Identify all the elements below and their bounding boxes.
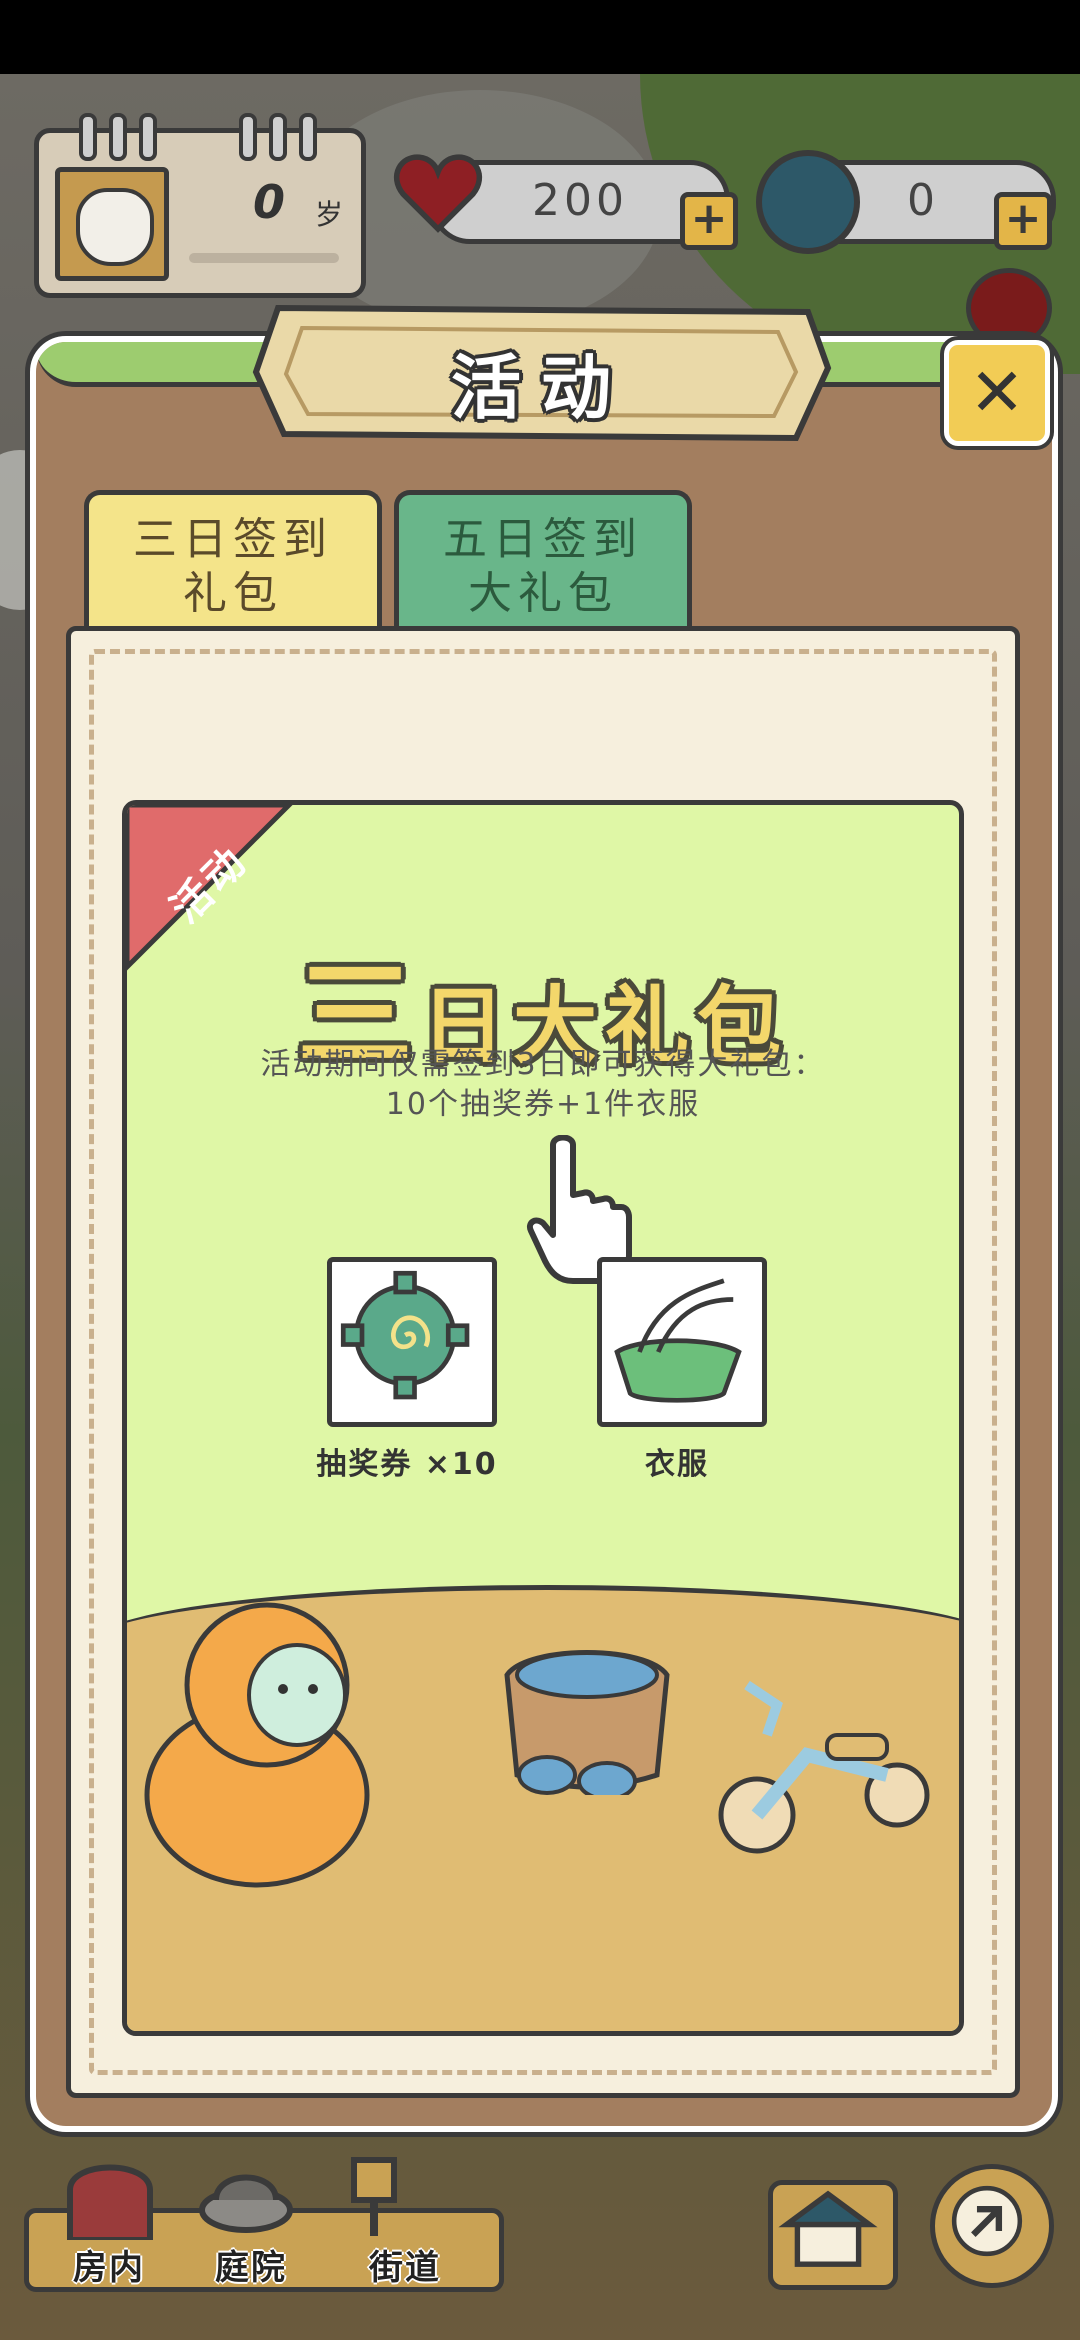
lottery-ticket-icon <box>340 1270 470 1400</box>
notebook-ring <box>109 113 127 161</box>
tricycle-illustration <box>718 1680 930 1854</box>
description-line2: 10个抽奖券+1件衣服 <box>385 1087 701 1122</box>
arrow-icon <box>951 2185 1023 2257</box>
coin-icon <box>756 150 860 254</box>
tab-label: 三日签到 礼包 <box>89 513 377 621</box>
clothes-icon <box>614 1278 742 1403</box>
tab-label: 五日签到 大礼包 <box>399 513 687 621</box>
tab-label-line1: 三日签到 <box>133 514 333 565</box>
status-bar <box>0 0 1080 74</box>
coin-bag-illustration <box>504 1650 670 1795</box>
monkey-illustration <box>144 1602 370 1888</box>
notebook-ring <box>299 113 317 161</box>
nav-item-room[interactable]: 房内 <box>54 2240 164 2289</box>
home-button[interactable] <box>768 2180 898 2290</box>
back-button[interactable] <box>930 2164 1054 2288</box>
modal-title: 活动 <box>451 347 631 429</box>
gift-pack-card: 活动 三日大礼包 活动期间仅需签到3日即可获得大礼包： 10个抽奖券+1件衣服 … <box>122 800 964 2036</box>
tab-label-line2: 礼包 <box>183 568 283 619</box>
add-hearts-button[interactable]: + <box>680 192 738 250</box>
reward-label-clothes: 衣服 <box>645 1447 709 1482</box>
reward-clothes <box>597 1257 767 1427</box>
close-button[interactable]: ✕ <box>944 340 1050 446</box>
add-coins-button[interactable]: + <box>994 192 1052 250</box>
age-unit: 岁 <box>315 198 344 231</box>
avatar <box>55 167 169 281</box>
nav-item-street[interactable]: 街道 <box>350 2240 460 2289</box>
heart-icon <box>393 154 483 233</box>
notebook-ring <box>239 113 257 161</box>
close-icon: ✕ <box>969 354 1025 431</box>
age-card[interactable]: 0 岁 <box>34 113 366 298</box>
tab-label-line1: 五日签到 <box>443 514 643 565</box>
description-line1: 活动期间仅需签到3日即可获得大礼包： <box>260 1047 826 1082</box>
room-door-icon[interactable] <box>60 2150 160 2240</box>
age-progress-bar <box>189 253 339 263</box>
tab-label-line2: 大礼包 <box>468 568 618 619</box>
hamster-avatar-icon <box>76 188 154 266</box>
house-icon <box>778 2190 878 2267</box>
tab-five-day-checkin[interactable]: 五日签到 大礼包 <box>394 490 692 637</box>
tab-three-day-checkin[interactable]: 三日签到 礼包 <box>84 490 382 637</box>
street-sign-icon[interactable] <box>334 2150 434 2240</box>
nav-item-yard[interactable]: 庭院 <box>196 2240 306 2289</box>
notebook-ring <box>79 113 97 161</box>
age-value: 0 <box>253 175 286 229</box>
yard-icon[interactable] <box>196 2150 296 2240</box>
reward-label-lottery: 抽奖券 ×10 <box>316 1447 498 1482</box>
reward-lottery-ticket <box>327 1257 497 1427</box>
notebook-ring <box>139 113 157 161</box>
notebook-ring <box>269 113 287 161</box>
description: 活动期间仅需签到3日即可获得大礼包： 10个抽奖券+1件衣服 <box>127 1045 959 1125</box>
